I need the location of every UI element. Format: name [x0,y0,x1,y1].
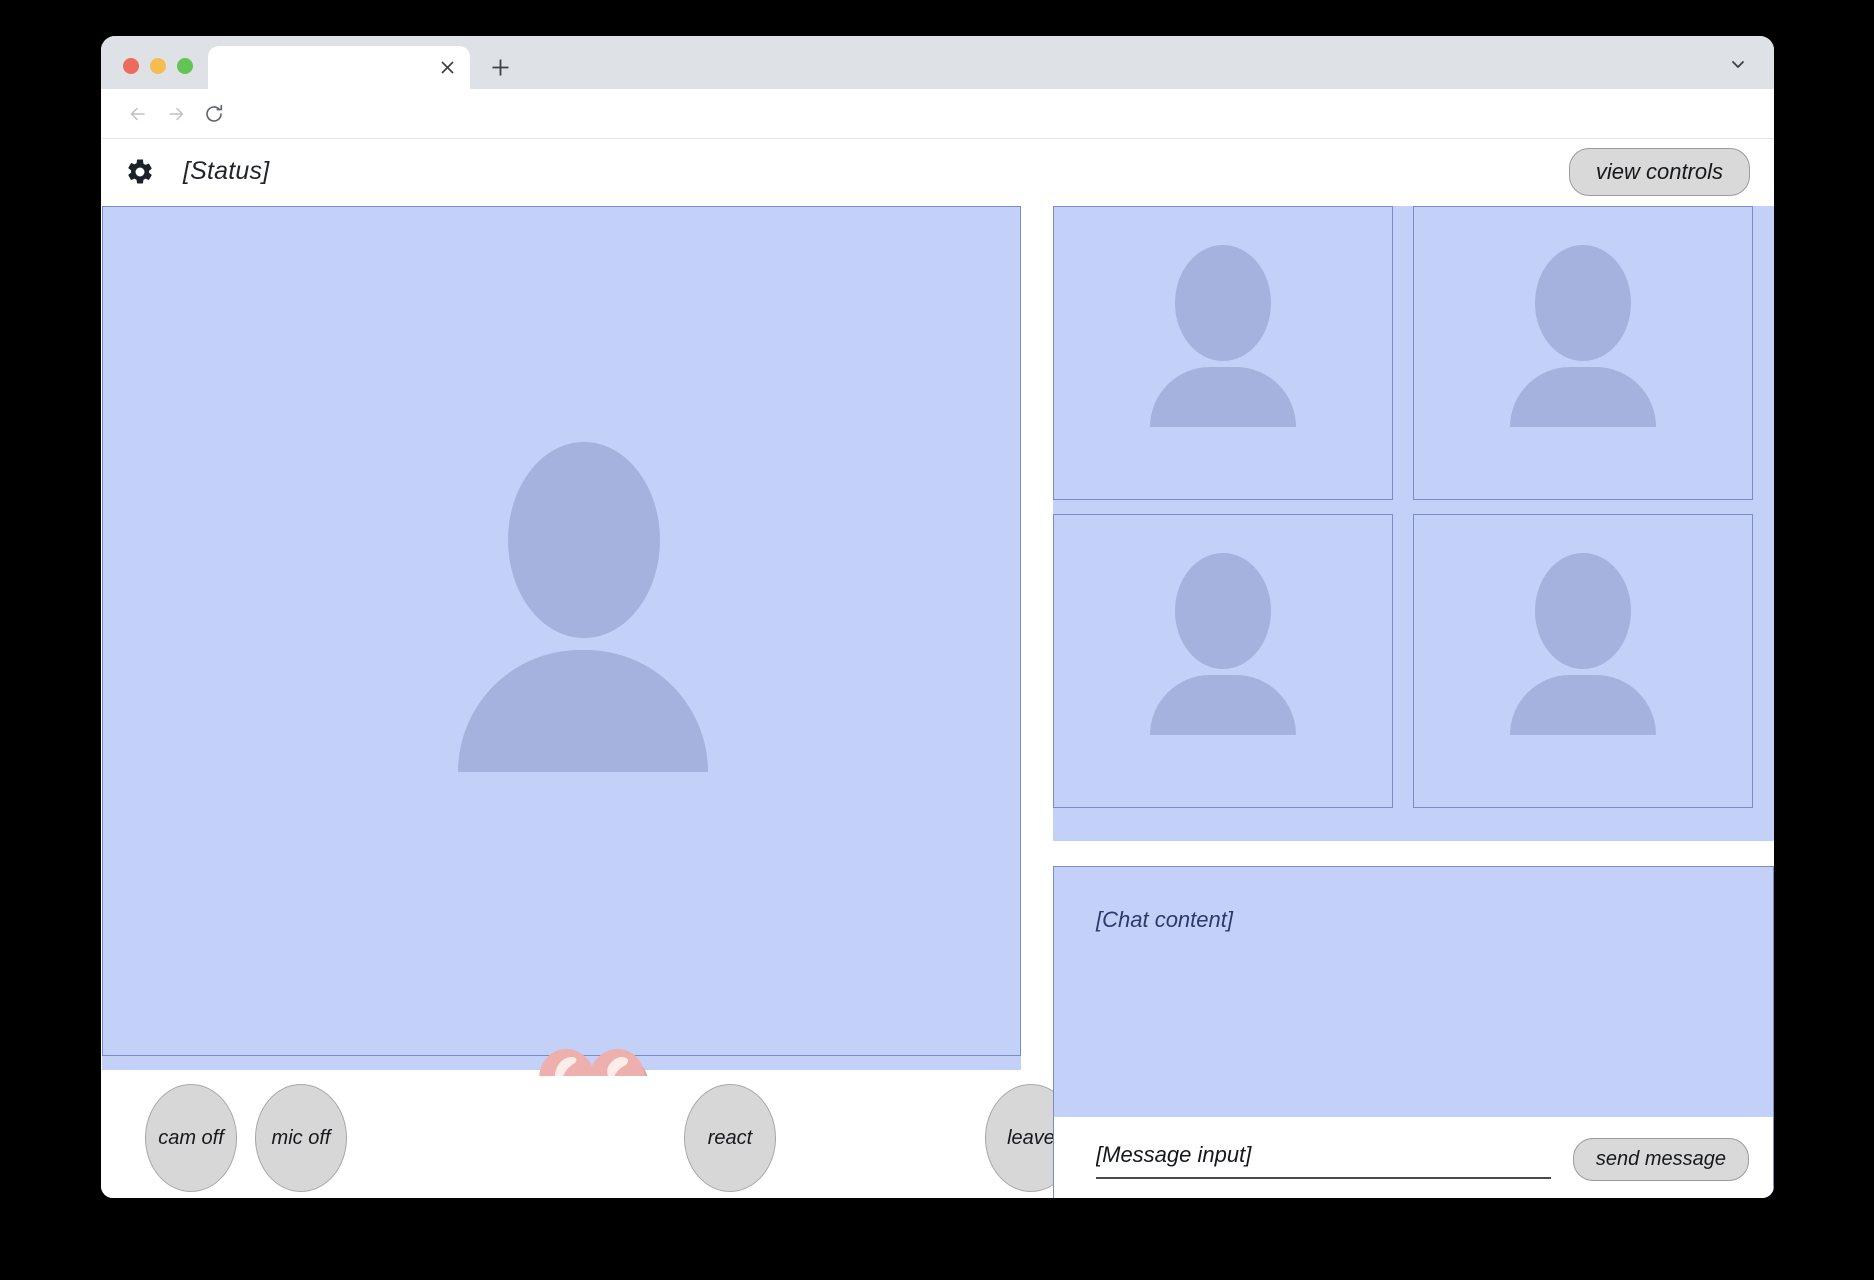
new-tab-icon[interactable] [483,50,517,84]
mic-off-button[interactable]: mic off [255,1084,347,1192]
participant-tile[interactable] [1053,206,1393,500]
chat-input-row: send message [1054,1119,1773,1198]
side-column: [Chat content] send message [1053,204,1774,1198]
person-avatar-icon [1510,245,1656,427]
cam-off-button[interactable]: cam off [145,1084,237,1192]
status-text: [Status] [183,157,270,185]
avatar-body [1510,675,1656,735]
app-header: [Status] view controls [101,139,1774,204]
reload-icon[interactable] [195,95,233,133]
participant-tile[interactable] [1413,514,1753,808]
message-input[interactable] [1096,1139,1551,1179]
window-traffic-lights [101,58,208,89]
browser-tab[interactable] [208,46,470,89]
view-controls-button[interactable]: view controls [1568,147,1750,196]
maximize-window-button[interactable] [177,58,193,74]
avatar-body [1510,367,1656,427]
browser-nav-bar [101,89,1774,139]
avatar-head [508,442,660,638]
tab-strip-actions [1726,52,1774,89]
avatar-body [1150,675,1296,735]
call-controls-bar: cam off mic off react leave [101,1076,1077,1198]
stage-bottom-strip [102,1056,1021,1070]
app-main: cam off mic off react leave [Chat conten… [101,204,1774,1198]
person-avatar-icon [458,442,758,772]
participant-grid [1053,206,1774,841]
close-window-button[interactable] [123,58,139,74]
chat-panel: [Chat content] send message [1053,866,1774,1198]
avatar-body [458,650,708,772]
stage-column: cam off mic off react leave [101,204,1077,1198]
participant-tile[interactable] [1413,206,1753,500]
react-button[interactable]: react [684,1084,776,1192]
participant-tile[interactable] [1053,514,1393,808]
chat-content-label: [Chat content] [1096,907,1233,932]
avatar-head [1175,245,1271,361]
avatar-head [1535,553,1631,669]
avatar-body [1150,367,1296,427]
main-video-stage[interactable] [102,206,1021,1056]
minimize-window-button[interactable] [150,58,166,74]
person-avatar-icon [1150,553,1296,735]
person-avatar-icon [1510,553,1656,735]
avatar-head [1175,553,1271,669]
chat-content-area[interactable]: [Chat content] [1054,867,1773,1117]
gear-icon[interactable] [123,155,157,189]
chevron-down-icon[interactable] [1726,52,1750,76]
close-tab-icon[interactable] [436,57,458,79]
forward-arrow-icon[interactable] [157,95,195,133]
back-arrow-icon[interactable] [119,95,157,133]
browser-tab-strip [101,36,1774,89]
person-avatar-icon [1150,245,1296,427]
browser-window: [Status] view controls cam off mic off r… [101,36,1774,1198]
avatar-head [1535,245,1631,361]
send-message-button[interactable]: send message [1572,1137,1749,1181]
